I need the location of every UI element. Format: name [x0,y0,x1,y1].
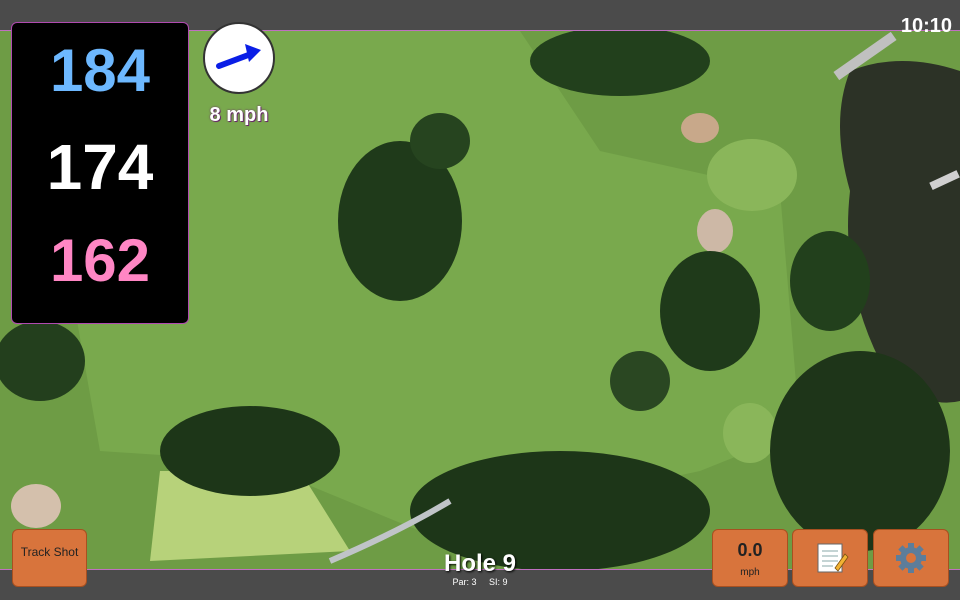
speed-button[interactable]: 0.0 mph [712,529,788,587]
gear-icon [896,543,926,573]
notepad-icon [817,543,849,573]
hole-si: SI: 9 [489,577,508,587]
distance-panel: 184 174 162 [11,22,189,324]
hole-title: Hole 9 [443,550,517,577]
hole-par: Par: 3 [452,577,477,587]
wind-speed-label: 8 mph [209,104,269,126]
arrow-right-up-icon [216,44,261,69]
settings-button[interactable] [873,529,949,587]
back-distance: 184 [49,37,151,104]
wind-indicator [203,22,275,94]
hole-info: Par: 3 SI: 9 [380,577,580,587]
speed-unit: mph [740,567,760,578]
speed-value: 0.0 [737,540,763,560]
notes-button[interactable] [792,529,868,587]
middle-distance: 174 [46,131,154,203]
track-shot-button[interactable]: Track Shot [12,529,87,587]
clock: 10:10 [900,15,952,37]
track-shot-label: Track Shot [20,545,79,559]
front-distance: 162 [49,227,151,294]
